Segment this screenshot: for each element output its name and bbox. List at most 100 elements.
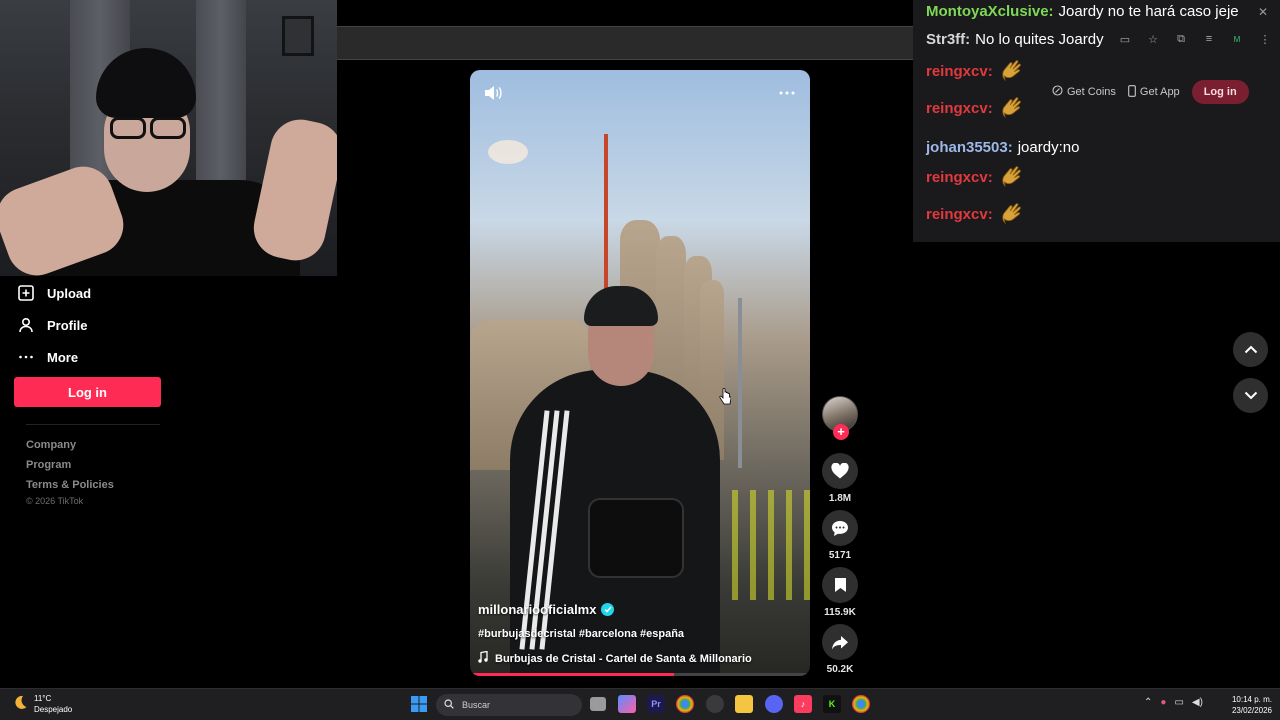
browser-toolbar-strip: [337, 26, 913, 60]
search-icon: [444, 696, 454, 714]
cast-icon[interactable]: ▭: [1118, 32, 1132, 46]
clap-emote-icon: [999, 164, 1025, 190]
file-explorer-icon[interactable]: [735, 695, 753, 713]
microphone-icon[interactable]: ●: [1160, 697, 1166, 708]
video-progress-bar[interactable]: [470, 673, 810, 676]
share-icon: [832, 635, 848, 649]
chat-message: reingxcv:: [926, 166, 1025, 188]
weather-desc: Despejado: [34, 705, 73, 714]
chat-text: Joardy no te hará caso jeje: [1058, 2, 1239, 20]
discord-icon[interactable]: [765, 695, 783, 713]
verified-badge-icon: [601, 603, 615, 616]
copilot-icon[interactable]: [618, 695, 636, 713]
get-coins-link[interactable]: Get Coins: [1052, 85, 1116, 99]
taskbar-search-input[interactable]: Buscar: [436, 694, 582, 716]
chat-username[interactable]: reingxcv:: [926, 169, 993, 186]
header-login-button[interactable]: Log in: [1191, 80, 1249, 104]
video-player[interactable]: millonariooficialmx #burbujasdecristal #…: [470, 70, 810, 676]
comment-count: 5171: [828, 550, 852, 561]
clap-emote-icon: [999, 201, 1025, 227]
kebab-menu-icon[interactable]: ⋮: [1258, 32, 1272, 46]
get-app-link[interactable]: Get App: [1128, 84, 1180, 100]
more-options-icon[interactable]: [776, 82, 798, 104]
chat-username[interactable]: reingxcv:: [926, 63, 993, 80]
weather-temp: 11°C: [34, 694, 52, 703]
search-placeholder: Buscar: [462, 700, 491, 710]
sidebar-item-more[interactable]: More: [16, 341, 166, 373]
chat-username[interactable]: Str3ff:: [926, 31, 970, 48]
video-progress-fill: [470, 673, 674, 676]
tiktok-header-actions: Get Coins Get App Log in: [1052, 80, 1249, 104]
windows-taskbar: 11°C Despejado Buscar Pr ♪ K ⌃ ● ▭ ◀) 10…: [0, 688, 1280, 720]
chat-text: No lo quites Joardy: [975, 30, 1104, 48]
screen: Upload Profile More Log in Company Progr…: [0, 0, 1280, 720]
music-note-icon: [478, 650, 488, 666]
footer-link-program[interactable]: Program: [26, 458, 114, 478]
premiere-icon[interactable]: Pr: [647, 695, 665, 713]
chat-message: reingxcv:: [926, 97, 1025, 119]
chat-username[interactable]: reingxcv:: [926, 100, 993, 117]
action-rail: + 1.8M 5171 115.9K 50.2K: [820, 396, 860, 675]
follow-plus-icon[interactable]: +: [833, 424, 849, 440]
next-video-button[interactable]: [1233, 378, 1268, 413]
heart-icon: [831, 463, 849, 479]
video-music[interactable]: Burbujas de Cristal - Cartel de Santa & …: [478, 650, 752, 666]
chrome-profile-icon[interactable]: [852, 695, 870, 713]
kick-icon[interactable]: K: [823, 695, 841, 713]
chat-text: joardy:no: [1017, 138, 1080, 156]
profile-icon[interactable]: M: [1230, 32, 1244, 46]
sidebar-item-label: Upload: [47, 285, 92, 301]
get-app-label: Get App: [1139, 86, 1180, 98]
chat-message: reingxcv:: [926, 203, 1025, 225]
more-dots-icon: [16, 347, 36, 367]
footer-link-company[interactable]: Company: [26, 438, 114, 458]
system-tray: ⌃ ● ▭ ◀): [1144, 697, 1203, 708]
volume-icon[interactable]: [482, 82, 504, 104]
sidebar-item-profile[interactable]: Profile: [16, 309, 166, 341]
share-button[interactable]: [822, 624, 858, 660]
footer-link-terms[interactable]: Terms & Policies: [26, 478, 114, 498]
sidebar-item-label: More: [47, 349, 79, 365]
sidebar-item-label: Profile: [47, 317, 88, 333]
chevron-up-icon[interactable]: ⌃: [1144, 697, 1152, 708]
get-coins-label: Get Coins: [1067, 86, 1116, 98]
taskbar-clock[interactable]: 10:14 p. m. 23/02/2026: [1224, 694, 1272, 716]
network-icon[interactable]: ▭: [1174, 697, 1183, 708]
clap-emote-icon: [999, 95, 1025, 121]
music-title: Burbujas de Cristal - Cartel de Santa & …: [495, 652, 752, 665]
webcam-overlay: [0, 0, 337, 276]
clock-time: 10:14 p. m.: [1231, 695, 1272, 704]
chat-username[interactable]: MontoyaXclusive:: [926, 3, 1054, 20]
comment-button[interactable]: [822, 510, 858, 546]
windows-start-icon[interactable]: [410, 695, 428, 713]
chrome-icon[interactable]: [676, 695, 694, 713]
previous-video-button[interactable]: [1233, 332, 1268, 367]
sidebar-item-upload[interactable]: Upload: [16, 277, 166, 309]
chat-message: MontoyaXclusive: Joardy no te hará caso j…: [926, 0, 1239, 22]
chat-username[interactable]: johan35503:: [926, 139, 1013, 156]
chat-username[interactable]: reingxcv:: [926, 206, 993, 223]
plus-square-icon: [16, 283, 36, 303]
mouse-cursor-icon: [719, 387, 732, 411]
browser-extension-icons: ▭ ☆ ⧉ ≡ M ⋮: [1118, 32, 1272, 46]
obs-icon[interactable]: [706, 695, 724, 713]
video-hashtags[interactable]: #burbujasdecristal #barcelona #españa: [478, 628, 684, 640]
weather-widget[interactable]: 11°C Despejado: [12, 693, 72, 715]
media-icon[interactable]: ≡: [1202, 32, 1216, 46]
music-app-icon[interactable]: ♪: [794, 695, 812, 713]
creator-avatar[interactable]: +: [822, 396, 858, 440]
chat-message: reingxcv:: [926, 60, 1025, 82]
close-icon[interactable]: ✕: [1258, 5, 1268, 19]
chevron-up-icon: [1244, 345, 1257, 354]
task-view-icon[interactable]: [590, 697, 606, 711]
moon-icon: [12, 694, 28, 715]
volume-icon[interactable]: ◀): [1192, 697, 1203, 708]
extensions-icon[interactable]: ⧉: [1174, 32, 1188, 46]
login-button[interactable]: Log in: [14, 377, 161, 407]
save-button[interactable]: [822, 567, 858, 603]
clock-date: 23/02/2026: [1231, 706, 1272, 715]
chat-message: Str3ff: No lo quites Joardy: [926, 28, 1104, 50]
video-username[interactable]: millonariooficialmx: [478, 602, 615, 617]
like-button[interactable]: [822, 453, 858, 489]
star-icon[interactable]: ☆: [1146, 32, 1160, 46]
